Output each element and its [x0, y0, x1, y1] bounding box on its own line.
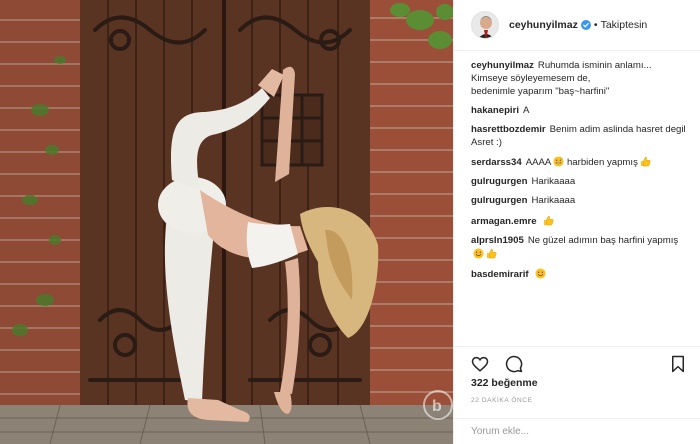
post-photo[interactable]: b: [0, 0, 453, 444]
verified-badge-icon: [580, 20, 591, 30]
smile-emoji: [535, 268, 546, 279]
comment-username[interactable]: hasrettbozdemir: [471, 124, 546, 135]
add-comment-bar: [454, 418, 700, 444]
comments-list[interactable]: ceyhunyilmaz Ruhumda isminin anlamı... Ki…: [471, 60, 690, 340]
thumbs-up-emoji: [543, 215, 554, 225]
comment-text: AAAA: [525, 156, 552, 168]
post-header: ceyhunyilmaz • Takiptesin: [454, 0, 700, 51]
comment-text: A: [523, 104, 530, 116]
like-button[interactable]: [470, 354, 490, 374]
heart-icon: [471, 356, 489, 372]
comment-username[interactable]: ceyhunyilmaz: [471, 60, 534, 71]
thumbs-up-emoji: [640, 156, 651, 167]
comment-username[interactable]: armagan.emre: [471, 216, 537, 227]
comment-text: harbiden yapmış: [564, 156, 638, 168]
comment-item: alprsln1905 Ne güzel adımın baş harfini y…: [471, 235, 690, 262]
post-image: b: [0, 0, 453, 444]
comment-username[interactable]: alprsln1905: [471, 235, 524, 246]
comment-username[interactable]: hakanepiri: [471, 105, 519, 116]
comment-item: ceyhunyilmaz Ruhumda isminin anlamı... Ki…: [471, 60, 690, 98]
comment-button[interactable]: [504, 354, 524, 374]
bookmark-icon: [672, 355, 684, 373]
grin-sweat-emoji: [553, 156, 564, 167]
thumbs-up-emoji: [486, 248, 497, 258]
comment-icon: [505, 355, 523, 373]
comment-item: hasrettbozdemir Benim adim aslinda hasret…: [471, 124, 690, 150]
follow-status-button[interactable]: Takiptesin: [601, 19, 648, 31]
save-button[interactable]: [668, 354, 688, 374]
watermark-logo: b: [432, 398, 442, 415]
comment-item: gulrugurgen Harikaaaa: [471, 195, 690, 208]
action-bar: [454, 346, 700, 374]
comment-username[interactable]: gulrugurgen: [471, 176, 528, 187]
comment-username[interactable]: serdarss34: [471, 157, 522, 168]
avatar[interactable]: [471, 11, 499, 39]
comment-item: gulrugurgen Harikaaaa: [471, 176, 690, 189]
comment-item: serdarss34 AAAA harbiden yapmış: [471, 156, 690, 170]
comment-text: Harikaaaa: [531, 195, 576, 207]
comment-item: basdemirarif: [471, 268, 690, 282]
comment-item: armagan.emre: [471, 215, 690, 229]
comment-text: Ne güzel adımın baş harfini yapmış: [527, 234, 679, 246]
separator-dot: •: [593, 19, 598, 31]
post-timestamp[interactable]: 22 DAKİKA ÖNCE: [471, 397, 533, 404]
comment-username[interactable]: basdemirarif: [471, 269, 529, 280]
avatar-image: [472, 12, 498, 38]
post-username[interactable]: ceyhunyilmaz: [509, 19, 578, 31]
comment-item: hakanepiri A: [471, 105, 690, 118]
post-panel: ceyhunyilmaz • Takiptesin ceyhunyilmaz Ru…: [453, 0, 700, 444]
comment-username[interactable]: gulrugurgen: [471, 195, 528, 206]
comment-text: Harikaaaa: [531, 176, 576, 188]
likes-count[interactable]: 322 beğenme: [471, 377, 538, 389]
comment-input[interactable]: [471, 426, 671, 437]
smile-emoji: [473, 247, 484, 259]
